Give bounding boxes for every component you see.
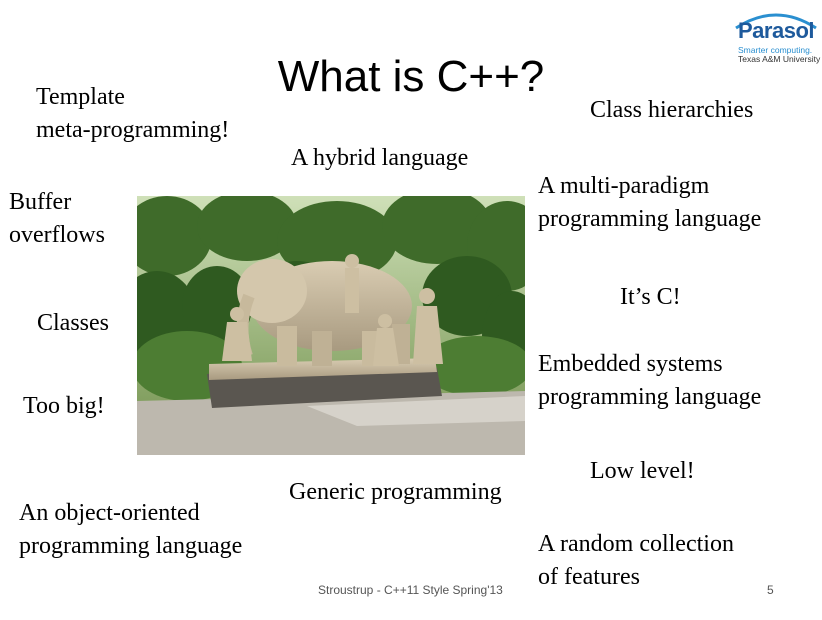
- slide: Parasol Smarter computing. Texas A&M Uni…: [0, 0, 822, 620]
- phrase-hybrid-language: A hybrid language: [291, 145, 469, 171]
- phrase-its-c: It’s C!: [620, 284, 681, 310]
- phrase-class-hierarchies: Class hierarchies: [590, 97, 754, 123]
- phrase-template-metaprogramming: Template meta-programming!: [36, 84, 230, 143]
- phrase-too-big: Too big!: [23, 393, 105, 419]
- footer-caption: Stroustrup - C++11 Style Spring'13: [318, 583, 503, 597]
- phrase-low-level: Low level!: [590, 458, 695, 484]
- phrase-classes: Classes: [37, 310, 109, 336]
- phrase-multi-paradigm: A multi-paradigm programming language: [538, 173, 762, 232]
- phrase-embedded-systems: Embedded systems programming language: [538, 351, 762, 410]
- phrase-object-oriented: An object-oriented programming language: [19, 500, 243, 559]
- phrase-generic-programming: Generic programming: [289, 479, 502, 505]
- page-number: 5: [767, 583, 774, 597]
- phrase-random-collection: A random collection of features: [538, 531, 734, 590]
- logo-wordmark: Parasol: [738, 18, 815, 43]
- phrase-buffer-overflows: Buffer overflows: [9, 189, 105, 248]
- elephant-sculpture-photo: [137, 196, 525, 455]
